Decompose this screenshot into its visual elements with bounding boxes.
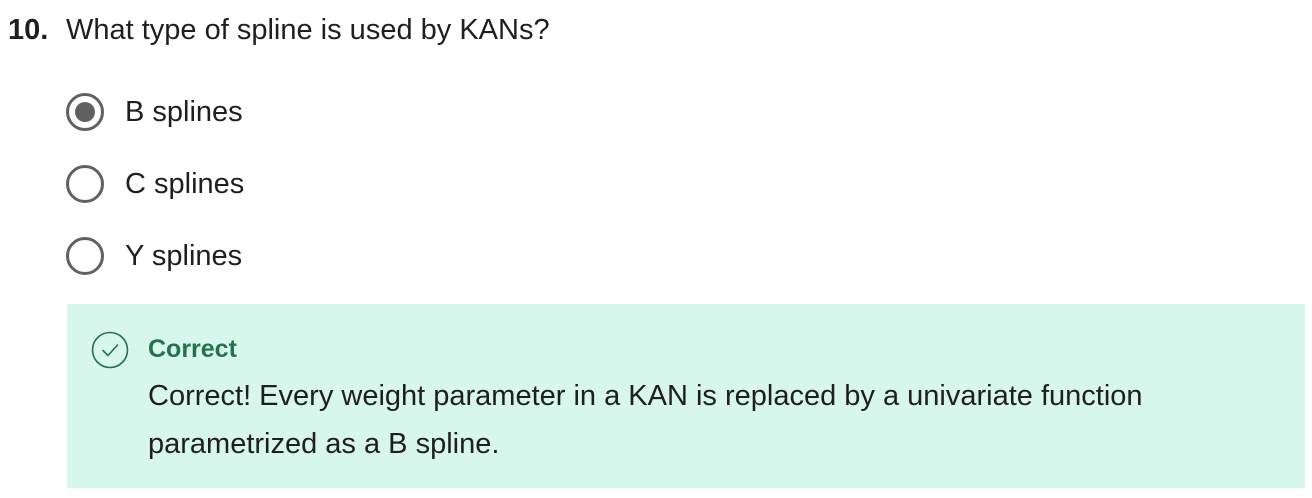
radio-button[interactable] <box>66 237 104 275</box>
option-b-splines[interactable]: B splines <box>66 92 244 132</box>
option-label: B splines <box>125 96 243 128</box>
answer-options: B splines C splines Y splines <box>66 92 244 308</box>
feedback-status: Correct <box>148 335 237 363</box>
check-circle-icon <box>91 331 129 369</box>
option-label: Y splines <box>125 240 243 272</box>
question-text: What type of spline is used by KANs? <box>66 14 550 46</box>
feedback-panel: Correct Correct! Every weight parameter … <box>67 304 1305 488</box>
option-y-splines[interactable]: Y splines <box>66 236 244 276</box>
question-header: 10. What type of spline is used by KANs? <box>8 10 550 50</box>
radio-button[interactable] <box>66 165 104 203</box>
question-number: 10. <box>8 14 49 46</box>
radio-button-selected[interactable] <box>66 93 104 131</box>
option-c-splines[interactable]: C splines <box>66 164 244 204</box>
option-label: C splines <box>125 168 245 200</box>
feedback-message: Correct! Every weight parameter in a KAN… <box>148 380 1143 460</box>
